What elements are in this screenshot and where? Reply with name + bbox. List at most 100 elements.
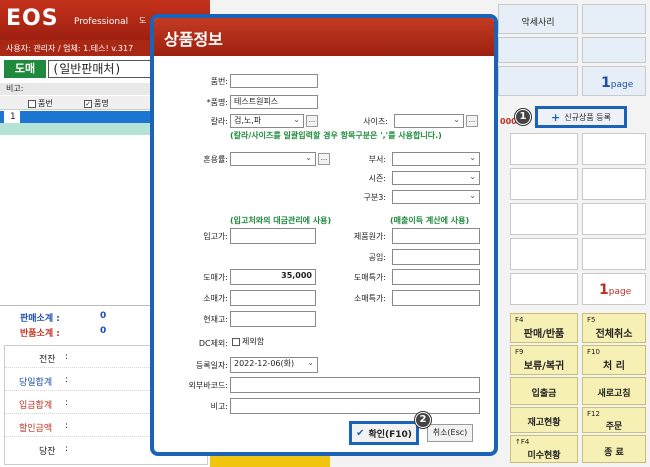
step-marker-2: 2 — [415, 412, 431, 428]
dept-label: 부서: — [368, 155, 386, 164]
category-cell-empty[interactable] — [582, 4, 646, 34]
color-select[interactable]: 검,노,파 ⌄ — [230, 114, 304, 128]
cancel-all-key[interactable]: F5 전체취소 — [582, 313, 646, 343]
product-cell[interactable] — [510, 203, 578, 235]
chevron-down-icon: ⌄ — [453, 115, 460, 124]
check-icon: ✔ — [356, 427, 365, 439]
wholesale-price-input[interactable]: 35,000 — [230, 269, 316, 285]
ext-barcode-input[interactable] — [230, 377, 480, 393]
memo-label: 비고: — [210, 402, 228, 411]
size-label: 사이즈: — [363, 117, 388, 126]
wholesale-special-input[interactable] — [392, 269, 480, 285]
plus-icon: + — [551, 110, 561, 124]
dept-select[interactable]: ⌄ — [392, 152, 480, 166]
size-more-button[interactable]: ... — [466, 115, 478, 127]
sale-return-key[interactable]: F4 판매/반품 — [510, 313, 578, 343]
retail-special-input[interactable] — [392, 290, 480, 306]
app-edition: Professional — [74, 17, 129, 27]
mix-rate-label: 혼용률: — [203, 155, 228, 164]
product-cell[interactable] — [582, 203, 646, 235]
cash-io-key[interactable]: 입출금 — [510, 377, 578, 405]
stock-status-key[interactable]: 재고현황 — [510, 407, 578, 433]
cost-label: 제품원가: — [353, 232, 386, 241]
sale-subtotal-label: 판매소계 : — [20, 314, 60, 324]
checkbox-icon[interactable] — [232, 337, 240, 346]
color-size-note: (칼라/사이즈를 일괄입력할 경우 항목구분은 ','를 사용합니다.) — [230, 131, 442, 140]
item-no-input[interactable] — [230, 74, 318, 88]
product-cell[interactable] — [582, 168, 646, 200]
item-no-label: 품번: — [210, 77, 228, 86]
reg-date-picker[interactable]: 2022-12-06(화) ⌄ — [230, 357, 318, 373]
purchase-price-label: 입고가: — [203, 232, 228, 241]
retail-price-input[interactable] — [230, 290, 316, 306]
cost-input[interactable] — [392, 228, 480, 244]
product-cell[interactable] — [510, 238, 578, 270]
product-cell[interactable] — [582, 133, 646, 165]
retail-price-label: 소매가: — [203, 294, 228, 303]
stock-label: 현재고: — [203, 315, 228, 324]
chevron-down-icon: ⌄ — [469, 172, 476, 181]
product-cell[interactable] — [498, 37, 578, 63]
season-select[interactable]: ⌄ — [392, 171, 480, 185]
dialog-body: 품번: *품명: 테스트원피스 칼라: 검,노,파 ⌄ ... 사이즈: ⌄ .… — [154, 56, 494, 452]
purchase-note: (입고처와의 대금관리에 사용) — [230, 216, 332, 225]
confirm-button[interactable]: ✔ 확인(F10) — [349, 421, 419, 445]
chevron-down-icon: ⌄ — [293, 115, 300, 124]
chevron-down-icon: ⌄ — [469, 153, 476, 162]
checkbox-icon[interactable] — [28, 99, 36, 108]
hold-resume-key[interactable]: F9 보류/복귀 — [510, 345, 578, 375]
product-cell[interactable] — [510, 168, 578, 200]
app-logo: EOS — [6, 6, 59, 31]
product-info-dialog: 상품정보 품번: *품명: 테스트원피스 칼라: 검,노,파 ⌄ ... 사이즈… — [150, 14, 498, 456]
labor-input[interactable] — [392, 249, 480, 265]
exit-key[interactable]: 종 료 — [582, 435, 646, 463]
process-key[interactable]: F10 처 리 — [582, 345, 646, 375]
reg-date-label: 등록일자: — [195, 361, 228, 370]
labor-label: 공임: — [368, 253, 386, 262]
margin-note: (매출이득 계산에 사용) — [390, 216, 470, 225]
retail-special-label: 소매특가: — [353, 294, 386, 303]
grid-header-item-no[interactable]: 품번 — [28, 98, 53, 109]
grid-header-item-name[interactable]: ✓ 품명 — [84, 98, 109, 109]
purchase-price-input[interactable] — [230, 228, 316, 244]
chevron-down-icon: ⌄ — [469, 191, 476, 200]
page-indicator-bottom[interactable]: 1page — [582, 273, 646, 305]
product-cell[interactable] — [510, 133, 578, 165]
checkbox-checked-icon[interactable]: ✓ — [84, 99, 92, 108]
receivables-key[interactable]: ↑F4 미수현황 — [510, 435, 578, 463]
mix-rate-select[interactable]: ⌄ — [230, 152, 316, 166]
memo-input[interactable] — [230, 398, 480, 414]
chevron-down-icon: ⌄ — [307, 358, 314, 367]
row-number: 1 — [4, 111, 20, 123]
class3-select[interactable]: ⌄ — [392, 190, 480, 204]
wholesale-price-label: 도매가: — [203, 273, 228, 282]
step-marker-1: 1 — [515, 109, 531, 125]
color-label: 칼라: — [210, 117, 228, 126]
wholesale-special-label: 도매특가: — [353, 273, 386, 282]
size-select[interactable]: ⌄ — [394, 114, 464, 128]
item-name-input[interactable]: 테스트원피스 — [230, 95, 318, 109]
dc-exclude-label: DC제외: — [198, 339, 228, 348]
order-key[interactable]: F12 주문 — [582, 407, 646, 433]
return-subtotal-label: 반품소계 : — [20, 329, 60, 339]
item-name-label: *품명: — [206, 98, 228, 107]
product-cell[interactable] — [498, 66, 578, 96]
page-indicator-top[interactable]: 1page — [582, 66, 646, 96]
dialog-title: 상품정보 — [154, 18, 494, 56]
dc-exclude-checkbox[interactable]: 제외함 — [232, 336, 264, 347]
stock-input[interactable] — [230, 311, 316, 327]
class3-label: 구분3: — [363, 193, 386, 202]
new-product-button[interactable]: + 신규상품 등록 — [535, 106, 627, 128]
season-label: 시즌: — [368, 174, 386, 183]
refresh-key[interactable]: 새로고침 — [582, 377, 646, 405]
sale-subtotal-value: 0 — [100, 311, 107, 321]
ext-barcode-label: 외부바코드: — [188, 381, 229, 390]
clipped-menu-label[interactable]: 도 — [139, 15, 146, 26]
product-cell[interactable] — [510, 273, 578, 305]
product-cell[interactable] — [582, 238, 646, 270]
wholesale-mode-button[interactable]: 도매 — [4, 60, 46, 78]
cancel-button[interactable]: 취소(Esc) — [427, 424, 473, 442]
category-cell[interactable]: 악세사리 — [498, 4, 578, 34]
product-cell[interactable] — [582, 37, 646, 63]
return-subtotal-value: 0 — [100, 326, 107, 336]
